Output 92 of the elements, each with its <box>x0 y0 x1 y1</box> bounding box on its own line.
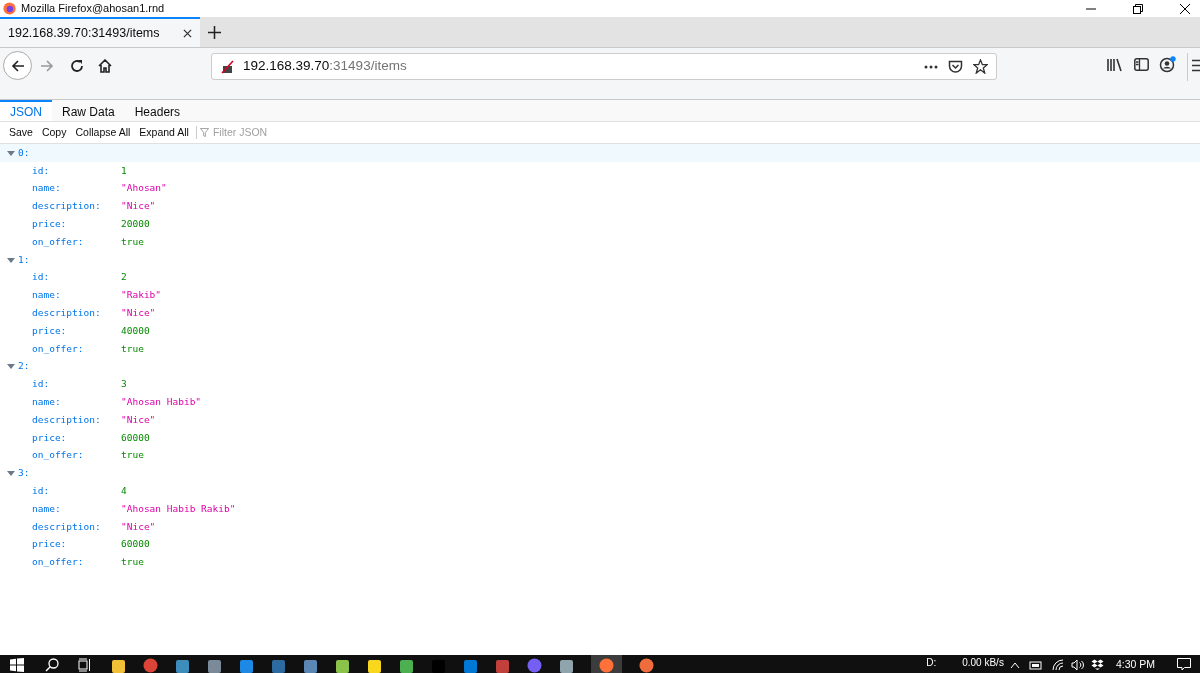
viewer-tab[interactable]: Headers <box>124 100 191 121</box>
restore-icon[interactable] <box>1133 3 1143 14</box>
field-value: 3 <box>121 377 127 392</box>
field-key: on_offer: <box>32 341 121 356</box>
field-value: true <box>121 448 144 463</box>
library-icon[interactable] <box>1107 58 1123 72</box>
home-icon[interactable] <box>98 59 112 73</box>
field-value: "Rakib" <box>121 288 162 303</box>
item-index: 1: <box>18 252 30 267</box>
field-key: name: <box>32 501 121 516</box>
field-key: price: <box>32 430 121 445</box>
close-icon[interactable] <box>1180 3 1190 14</box>
field-key: id: <box>32 377 121 392</box>
field-value: "Ahosan Habib" <box>121 394 202 409</box>
search-icon[interactable] <box>45 658 59 672</box>
browser-tab[interactable]: 192.168.39.70:31493/items <box>0 17 200 47</box>
toolbar-button[interactable]: Collapse All <box>71 124 135 141</box>
field-value: 20000 <box>121 216 150 231</box>
twisty-icon[interactable] <box>7 148 15 157</box>
field-key: id: <box>32 270 121 285</box>
item-index: 2: <box>18 359 30 374</box>
twisty-icon[interactable] <box>7 362 15 371</box>
forward-arrow-icon[interactable] <box>40 59 54 73</box>
tree-row[interactable]: 0: <box>0 144 1200 162</box>
back-arrow-icon <box>10 58 25 73</box>
field-key: description: <box>32 199 121 214</box>
field-key: description: <box>32 305 121 321</box>
toolbar-button[interactable]: Copy <box>37 124 71 141</box>
twisty-icon[interactable] <box>7 255 15 264</box>
field-value: true <box>121 555 144 570</box>
field-value: 60000 <box>121 537 150 552</box>
field-value: "Nice" <box>121 199 156 214</box>
chevron-up-icon[interactable] <box>1009 661 1020 669</box>
browser-logo-icon <box>3 2 16 15</box>
field-key: price: <box>32 216 121 232</box>
field-key: id: <box>32 483 121 499</box>
field-key: description: <box>32 412 121 427</box>
network-speed: 0.00 kB/s <box>962 658 1004 668</box>
reload-icon[interactable] <box>70 59 84 73</box>
speaker-icon[interactable] <box>1070 659 1085 671</box>
field-value: "Nice" <box>121 519 156 534</box>
field-key: id: <box>32 163 121 178</box>
more-icon[interactable] <box>924 64 938 69</box>
insecure-lock-icon <box>220 59 234 74</box>
close-icon[interactable] <box>183 28 192 38</box>
menu-icon[interactable] <box>1192 59 1200 72</box>
field-value: 1 <box>121 163 127 178</box>
star-icon[interactable] <box>973 59 988 74</box>
address-bar[interactable]: 192.168.39.70:31493/items <box>211 53 997 80</box>
field-key: name: <box>32 288 121 303</box>
viewer-tab[interactable]: JSON <box>0 100 52 121</box>
toolbar-button[interactable]: Save <box>5 124 37 141</box>
battery-icon[interactable] <box>1027 660 1042 670</box>
window-title: Mozilla Firefox@ahosan1.rnd <box>21 1 165 17</box>
viewer-tab[interactable]: Raw Data <box>52 100 125 121</box>
field-key: price: <box>32 323 121 338</box>
field-value: 2 <box>121 270 127 285</box>
field-value: "Nice" <box>121 412 156 427</box>
item-index: 0: <box>18 145 30 160</box>
back-button[interactable] <box>3 51 32 80</box>
field-value: "Ahosan Habib Rakib" <box>121 501 236 516</box>
notification-icon[interactable] <box>1177 658 1191 671</box>
field-value: "Nice" <box>121 305 156 320</box>
field-key: on_offer: <box>32 448 121 463</box>
field-value: 4 <box>121 483 127 498</box>
item-index: 3: <box>18 466 30 481</box>
filter-field[interactable]: Filter JSON <box>212 124 363 141</box>
field-value: 60000 <box>121 430 150 445</box>
clock[interactable]: 4:30 PM <box>1115 658 1155 670</box>
field-key: on_offer: <box>32 555 121 570</box>
field-key: description: <box>32 519 121 534</box>
task-view-icon[interactable] <box>78 658 92 672</box>
field-key: name: <box>32 394 121 410</box>
wifi-icon[interactable] <box>1051 659 1065 671</box>
field-key: price: <box>32 537 121 552</box>
filter-icon <box>199 128 209 137</box>
dropbox-icon[interactable] <box>1090 659 1104 671</box>
account-icon[interactable] <box>1159 56 1176 73</box>
field-value: 40000 <box>121 323 150 338</box>
pocket-icon[interactable] <box>948 59 963 74</box>
field-value: true <box>121 341 144 356</box>
twisty-icon[interactable] <box>7 469 15 478</box>
drive-label: D: <box>926 658 937 668</box>
field-key: name: <box>32 181 121 196</box>
new-tab-icon[interactable] <box>208 25 221 39</box>
url-text: 192.168.39.70:31493/items <box>243 57 407 76</box>
field-key: on_offer: <box>32 234 121 249</box>
field-value: true <box>121 234 144 249</box>
toolbar-button[interactable]: Expand All <box>135 124 193 141</box>
start-icon[interactable] <box>10 658 24 672</box>
field-value: "Ahosan" <box>121 181 167 196</box>
sidebar-icon[interactable] <box>1134 58 1149 71</box>
